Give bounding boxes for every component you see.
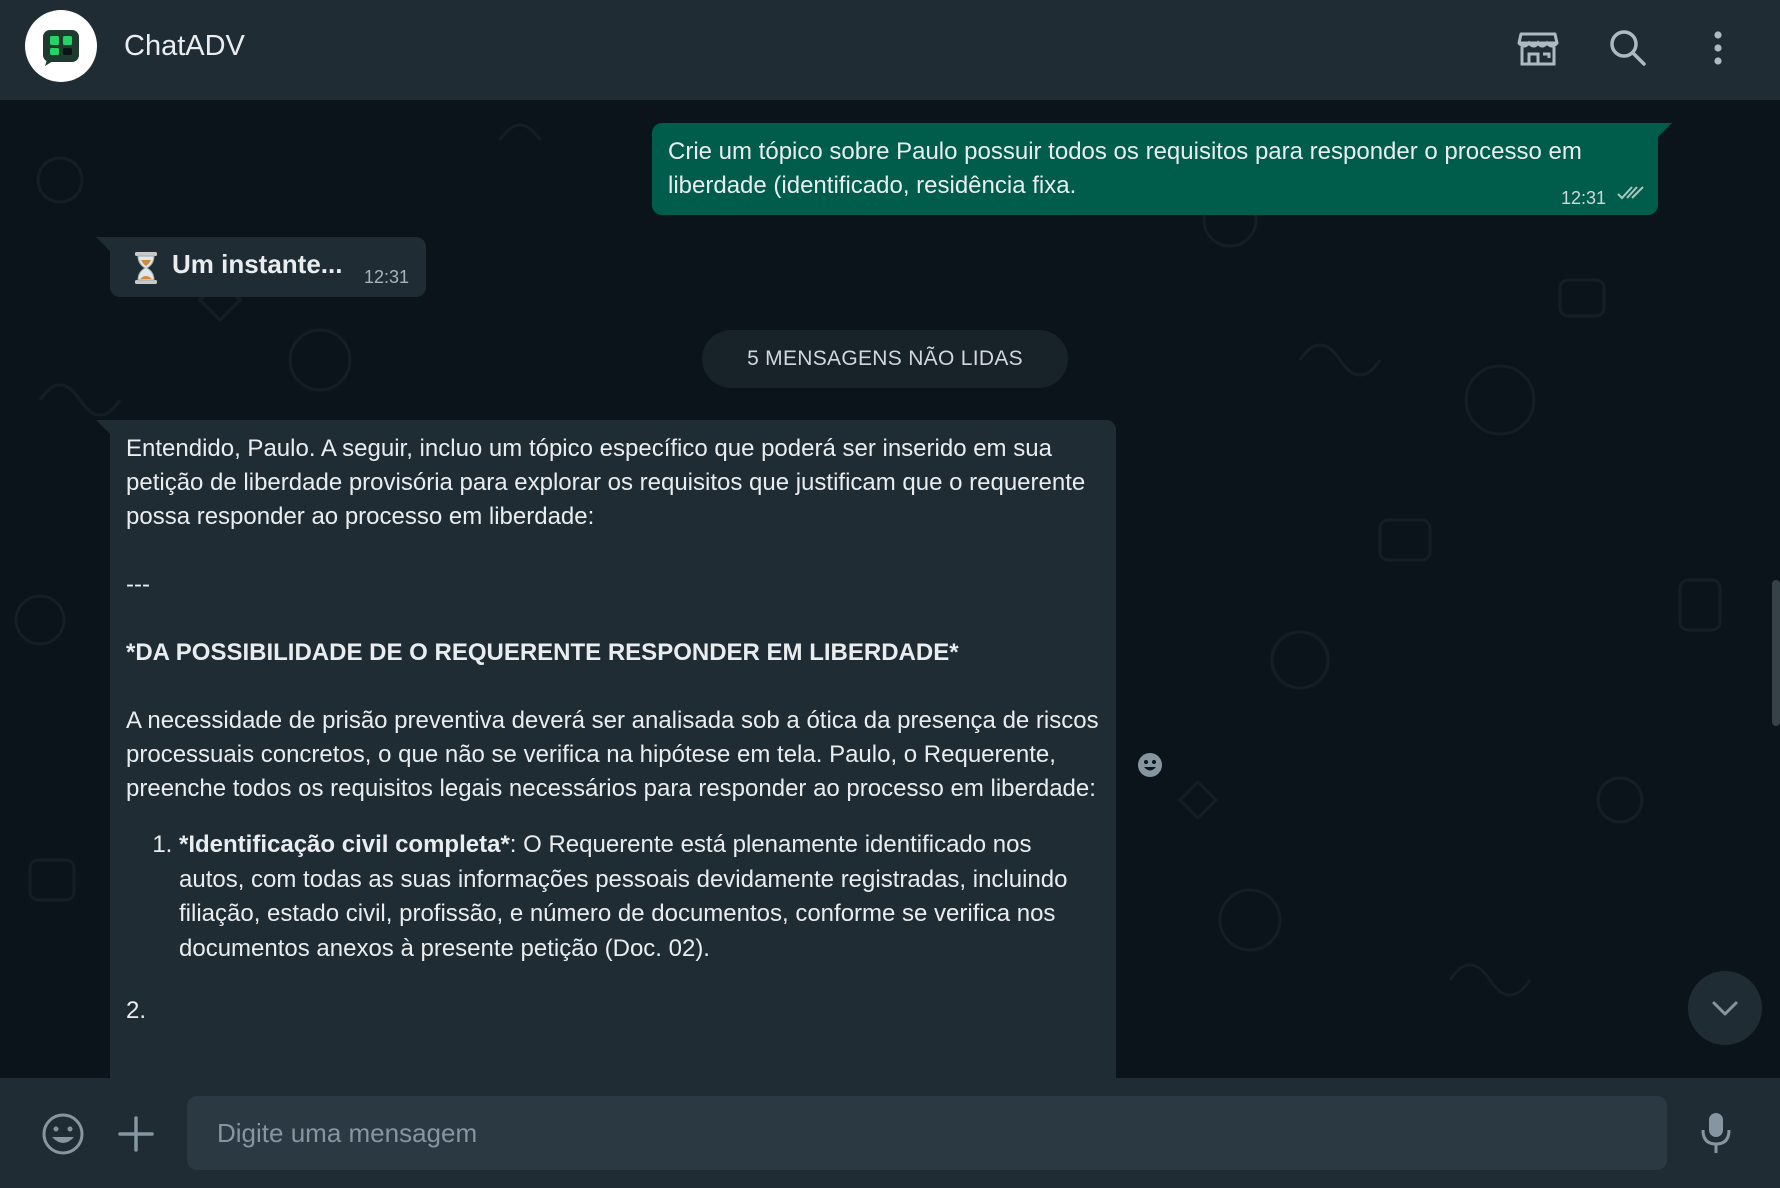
search-icon[interactable] <box>1606 26 1650 70</box>
requirements-list: *Identificação civil completa*: O Requer… <box>126 828 1100 966</box>
outgoing-message[interactable]: Crie um tópico sobre Paulo possuir todos… <box>652 123 1672 215</box>
hourglass-icon <box>132 251 160 290</box>
menu-icon[interactable] <box>1696 26 1740 70</box>
message-time: 12:31 <box>1560 188 1606 208</box>
chat-area[interactable]: Crie um tópico sobre Paulo possuir todos… <box>0 100 1780 1078</box>
microphone-icon[interactable] <box>1698 1110 1734 1161</box>
bubble-tail <box>1658 123 1672 137</box>
chatadv-logo-icon[interactable] <box>25 10 97 82</box>
reply-intro: Entendido, Paulo. A seguir, incluo um tó… <box>126 435 1086 530</box>
emoji-icon[interactable] <box>40 1111 86 1162</box>
list-item-title: *Identificação civil completa* <box>179 831 510 858</box>
message-input[interactable]: Digite uma mensagem <box>187 1096 1667 1170</box>
chat-scrollbar[interactable] <box>1772 580 1780 726</box>
store-icon[interactable] <box>1516 26 1560 70</box>
reaction-emoji-button[interactable] <box>1128 743 1172 787</box>
incoming-message[interactable]: Entendido, Paulo. A seguir, incluo um tó… <box>96 420 1116 1078</box>
double-check-icon <box>1616 184 1646 207</box>
chat-header: ChatADV <box>0 0 1780 100</box>
reply-paragraph: A necessidade de prisão preventiva dever… <box>126 707 1099 802</box>
chevron-down-icon <box>1712 1001 1738 1016</box>
list-item: *Identificação civil completa*: O Requer… <box>179 828 1100 966</box>
bubble-tail <box>96 420 110 434</box>
unread-messages-banner: 5 MENSAGENS NÃO LIDAS <box>702 330 1068 388</box>
next-list-number: 2. <box>126 997 147 1024</box>
message-time: 12:31 <box>364 267 410 287</box>
chat-title[interactable]: ChatADV <box>124 28 245 64</box>
reply-heading: *DA POSSIBILIDADE DE O REQUERENTE RESPON… <box>126 639 959 666</box>
waiting-message[interactable]: Um instante... 12:31 <box>96 237 426 297</box>
bubble-tail <box>96 237 110 251</box>
plus-icon[interactable] <box>114 1112 158 1161</box>
message-composer: Digite uma mensagem <box>0 1078 1780 1188</box>
outgoing-message-text: Crie um tópico sobre Paulo possuir todos… <box>668 138 1582 199</box>
scroll-to-bottom-button[interactable] <box>1688 971 1762 1045</box>
reply-separator: --- <box>126 571 150 598</box>
waiting-message-text: Um instante... <box>172 249 343 279</box>
